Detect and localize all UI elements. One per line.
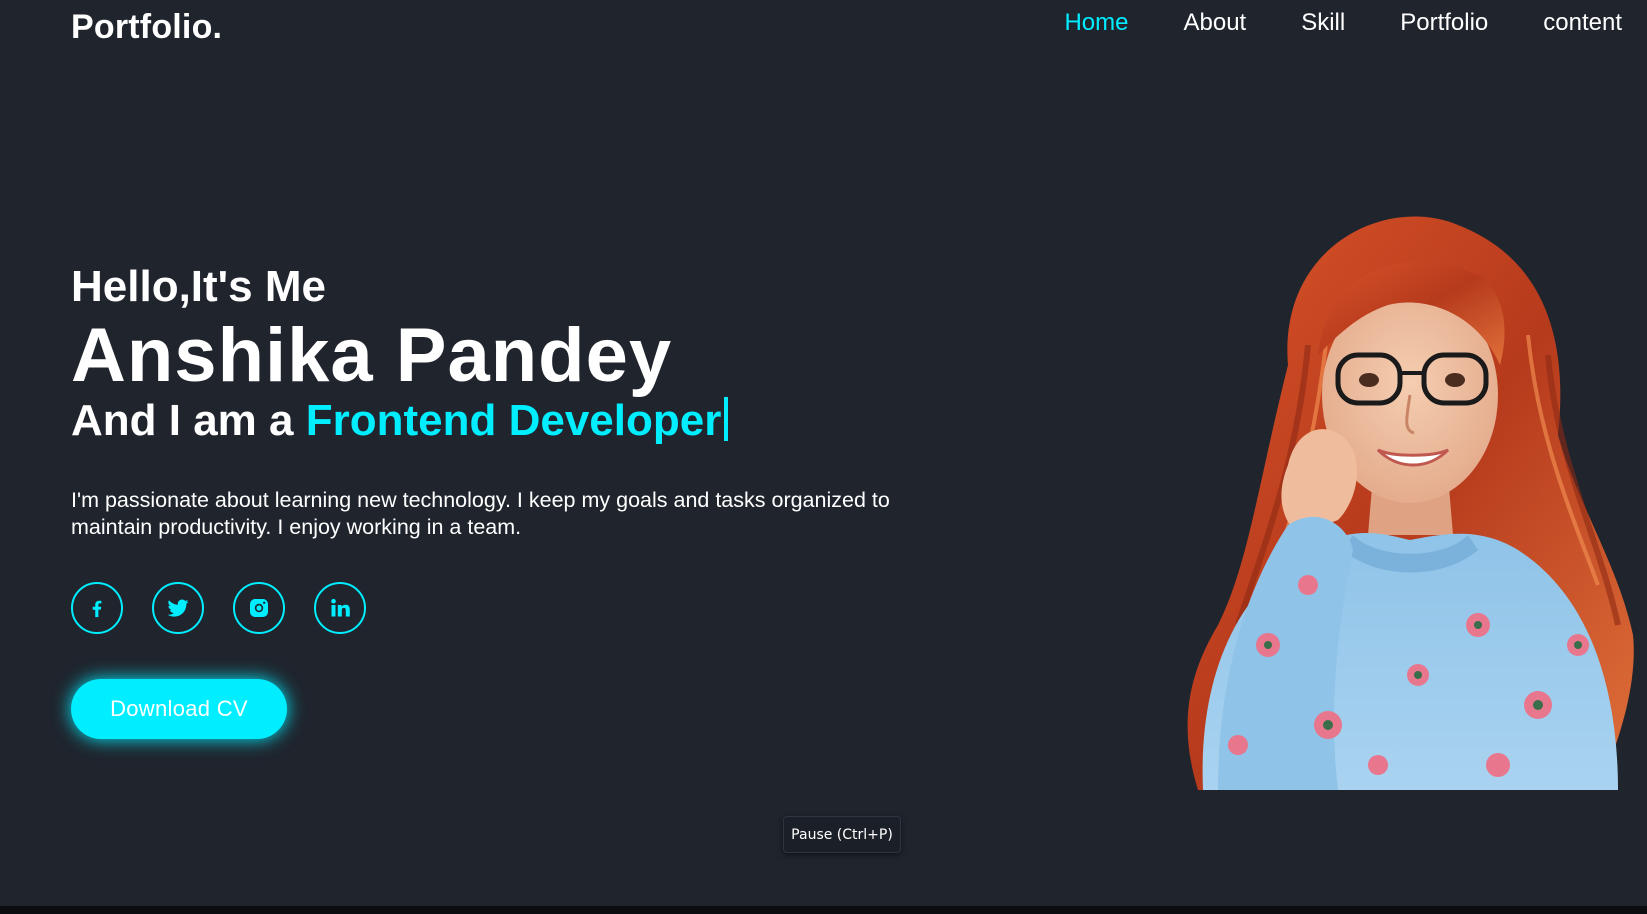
greeting: Hello,It's Me <box>71 262 326 311</box>
logo[interactable]: Portfolio. <box>71 8 222 47</box>
linkedin-icon <box>331 598 350 617</box>
bottom-bar <box>0 906 1647 914</box>
nav-skill[interactable]: Skill <box>1301 9 1345 37</box>
nav-portfolio[interactable]: Portfolio <box>1400 9 1488 37</box>
role-highlight: Frontend Developer <box>305 396 722 445</box>
role-prefix: And I am a <box>71 396 306 445</box>
linkedin-link[interactable] <box>314 582 366 634</box>
instagram-link[interactable] <box>233 582 285 634</box>
nav-about[interactable]: About <box>1183 9 1246 37</box>
download-cv-button[interactable]: Download CV <box>71 679 287 739</box>
page: Portfolio. Home About Skill Portfolio co… <box>0 0 1647 914</box>
facebook-icon <box>92 600 102 618</box>
hero-name: Anshika Pandey <box>71 313 673 398</box>
hero-description: I'm passionate about learning new techno… <box>71 488 890 539</box>
main-nav: Home About Skill Portfolio content <box>1009 9 1622 37</box>
facebook-link[interactable] <box>71 582 123 634</box>
twitter-link[interactable] <box>152 582 204 634</box>
instagram-icon <box>250 599 268 617</box>
role-line: And I am a Frontend Developer <box>71 396 729 446</box>
typing-cursor <box>724 397 729 441</box>
nav-home[interactable]: Home <box>1064 9 1128 37</box>
pause-tooltip: Pause (Ctrl+P) <box>783 816 901 853</box>
twitter-icon <box>167 599 189 617</box>
nav-content[interactable]: content <box>1543 9 1622 37</box>
profile-portrait <box>1187 216 1634 790</box>
social-links <box>71 582 395 634</box>
